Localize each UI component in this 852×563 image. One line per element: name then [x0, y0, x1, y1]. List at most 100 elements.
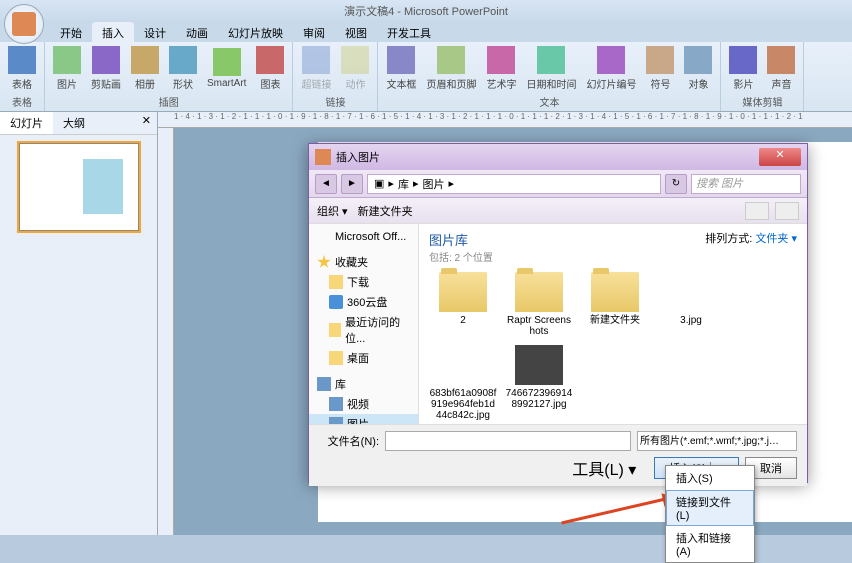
insert-picture-dialog: 插入图片 ✕ ◄ ► ▣ ▸ 库 ▸ 图片 ▸ ↻ 搜索 图片 组织 ▾ 新建文…	[308, 143, 808, 483]
ribbon: 表格表格图片剪贴画相册形状SmartArt图表插图超链接动作链接文本框页眉和页脚…	[0, 42, 852, 112]
slide-panel: 幻灯片大纲 ✕	[0, 112, 158, 535]
sidebar-item[interactable]: 图片	[309, 414, 418, 424]
breadcrumb-item[interactable]: 图片	[422, 176, 444, 192]
ribbon-action-button[interactable]: 动作	[337, 44, 373, 93]
search-input[interactable]: 搜索 图片	[691, 174, 801, 194]
dialog-nav: ◄ ► ▣ ▸ 库 ▸ 图片 ▸ ↻ 搜索 图片	[309, 170, 807, 198]
view-button[interactable]	[745, 202, 769, 220]
breadcrumb-item[interactable]: 库	[398, 176, 409, 192]
library-title: 图片库	[429, 230, 493, 249]
image-icon	[667, 272, 715, 312]
ribbon-sym-button[interactable]: 符号	[642, 44, 678, 93]
ribbon-text-button[interactable]: 文本框	[382, 44, 420, 93]
ribbon-group: 表格表格	[0, 42, 45, 111]
ribbon-tab-6[interactable]: 视图	[335, 22, 377, 42]
sidebar-item[interactable]: 桌面	[309, 348, 418, 368]
slide-thumbnail[interactable]	[19, 143, 139, 231]
dialog-sidebar: Microsoft Off... 收藏夹下载360云盘最近访问的位...桌面库视频…	[309, 224, 419, 424]
ribbon-tab-1[interactable]: 插入	[92, 22, 134, 42]
dropdown-item[interactable]: 插入和链接(A)	[666, 526, 754, 562]
lib-icon	[329, 417, 343, 424]
filter-select[interactable]: 所有图片(*.emf;*.wmf;*.jpg;*.j…	[637, 431, 797, 451]
ribbon-obj-button[interactable]: 对象	[680, 44, 716, 93]
ribbon-group-label: 表格	[12, 93, 32, 110]
action-icon	[341, 46, 369, 74]
shape-icon	[169, 46, 197, 74]
file-item[interactable]: 3.jpg	[657, 272, 725, 337]
dropdown-item[interactable]: 链接到文件(L)	[666, 490, 754, 526]
folder-icon	[515, 272, 563, 312]
refresh-button[interactable]: ↻	[665, 174, 687, 194]
sidebar-item[interactable]: 收藏夹	[309, 252, 418, 272]
ribbon-album-button[interactable]: 相册	[127, 44, 163, 93]
forward-button[interactable]: ►	[341, 174, 363, 194]
wa-icon	[487, 46, 515, 74]
file-item[interactable]: 7466723969148992127.jpg	[505, 345, 573, 421]
library-header: 图片库 包括: 2 个位置 排列方式: 文件夹 ▾	[429, 230, 797, 264]
ribbon-movie-button[interactable]: 影片	[725, 44, 761, 93]
ribbon-smart-button[interactable]: SmartArt	[203, 46, 250, 91]
office-button[interactable]	[4, 4, 44, 44]
dialog-toolbar: 组织 ▾ 新建文件夹	[309, 198, 807, 224]
ribbon-clip-button[interactable]: 剪贴画	[87, 44, 125, 93]
ribbon-tab-5[interactable]: 审阅	[293, 22, 335, 42]
file-item[interactable]: Raptr Screenshots	[505, 272, 573, 337]
thumbnail-content	[83, 159, 123, 214]
file-item[interactable]: 2	[429, 272, 497, 337]
ribbon-tab-7[interactable]: 开发工具	[377, 22, 441, 42]
file-item[interactable]: 新建文件夹	[581, 272, 649, 337]
dialog-titlebar[interactable]: 插入图片 ✕	[309, 144, 807, 170]
sidebar-item[interactable]: 库	[309, 374, 418, 394]
sidebar-item[interactable]: 下载	[309, 272, 418, 292]
blue-icon	[329, 295, 343, 309]
back-button[interactable]: ◄	[315, 174, 337, 194]
file-name: 683bf61a0908f919e964feb1d44c842c.jpg	[429, 388, 497, 421]
ribbon-tab-4[interactable]: 幻灯片放映	[218, 22, 293, 42]
ribbon-group-label: 链接	[325, 93, 345, 110]
ribbon-group-label: 文本	[539, 93, 559, 110]
sidebar-item[interactable]: 视频	[309, 394, 418, 414]
organize-button[interactable]: 组织 ▾	[317, 203, 348, 219]
num-icon	[597, 46, 625, 74]
slide-tab[interactable]: 大纲	[53, 112, 95, 134]
sym-icon	[646, 46, 674, 74]
folder-icon	[329, 323, 341, 337]
ribbon-link-button[interactable]: 超链接	[297, 44, 335, 93]
ribbon-wa-button[interactable]: 艺术字	[482, 44, 520, 93]
ribbon-group: 文本框页眉和页脚艺术字日期和时间幻灯片编号符号对象文本	[378, 42, 721, 111]
sort-select[interactable]: 文件夹 ▾	[755, 233, 797, 245]
ribbon-table-button[interactable]: 表格	[4, 44, 40, 93]
ribbon-pic-button[interactable]: 图片	[49, 44, 85, 93]
ribbon-tab-2[interactable]: 设计	[134, 22, 176, 42]
file-item[interactable]: 683bf61a0908f919e964feb1d44c842c.jpg	[429, 345, 497, 421]
help-button[interactable]	[775, 202, 799, 220]
tools-button[interactable]: 工具(L) ▾	[572, 456, 636, 480]
file-name: 7466723969148992127.jpg	[505, 388, 573, 410]
ribbon-sound-button[interactable]: 声音	[763, 44, 799, 93]
sidebar-item[interactable]: 最近访问的位...	[309, 312, 418, 348]
movie-icon	[729, 46, 757, 74]
text-icon	[387, 46, 415, 74]
slide-tab[interactable]: 幻灯片	[0, 112, 53, 134]
file-name: 新建文件夹	[581, 315, 649, 326]
breadcrumb-sep: ▸	[448, 177, 454, 190]
file-name: Raptr Screenshots	[505, 315, 573, 337]
dialog-title: 插入图片	[336, 149, 380, 165]
ribbon-tab-0[interactable]: 开始	[50, 22, 92, 42]
filename-input[interactable]	[385, 431, 631, 451]
breadcrumb[interactable]: ▣ ▸ 库 ▸ 图片 ▸	[367, 174, 661, 194]
ribbon-num-button[interactable]: 幻灯片编号	[582, 44, 640, 93]
ribbon-shape-button[interactable]: 形状	[165, 44, 201, 93]
new-folder-button[interactable]: 新建文件夹	[358, 203, 413, 219]
folder-icon	[439, 272, 487, 312]
ribbon-date-button[interactable]: 日期和时间	[522, 44, 580, 93]
close-button[interactable]: ✕	[759, 148, 801, 166]
folder-icon	[329, 351, 343, 365]
ribbon-hf-button[interactable]: 页眉和页脚	[422, 44, 480, 93]
ribbon-tab-3[interactable]: 动画	[176, 22, 218, 42]
ribbon-chart-button[interactable]: 图表	[252, 44, 288, 93]
sidebar-item[interactable]: 360云盘	[309, 292, 418, 312]
dropdown-item[interactable]: 插入(S)	[666, 466, 754, 490]
close-panel-icon[interactable]: ✕	[136, 112, 157, 134]
sidebar-item[interactable]: Microsoft Off...	[309, 228, 418, 246]
